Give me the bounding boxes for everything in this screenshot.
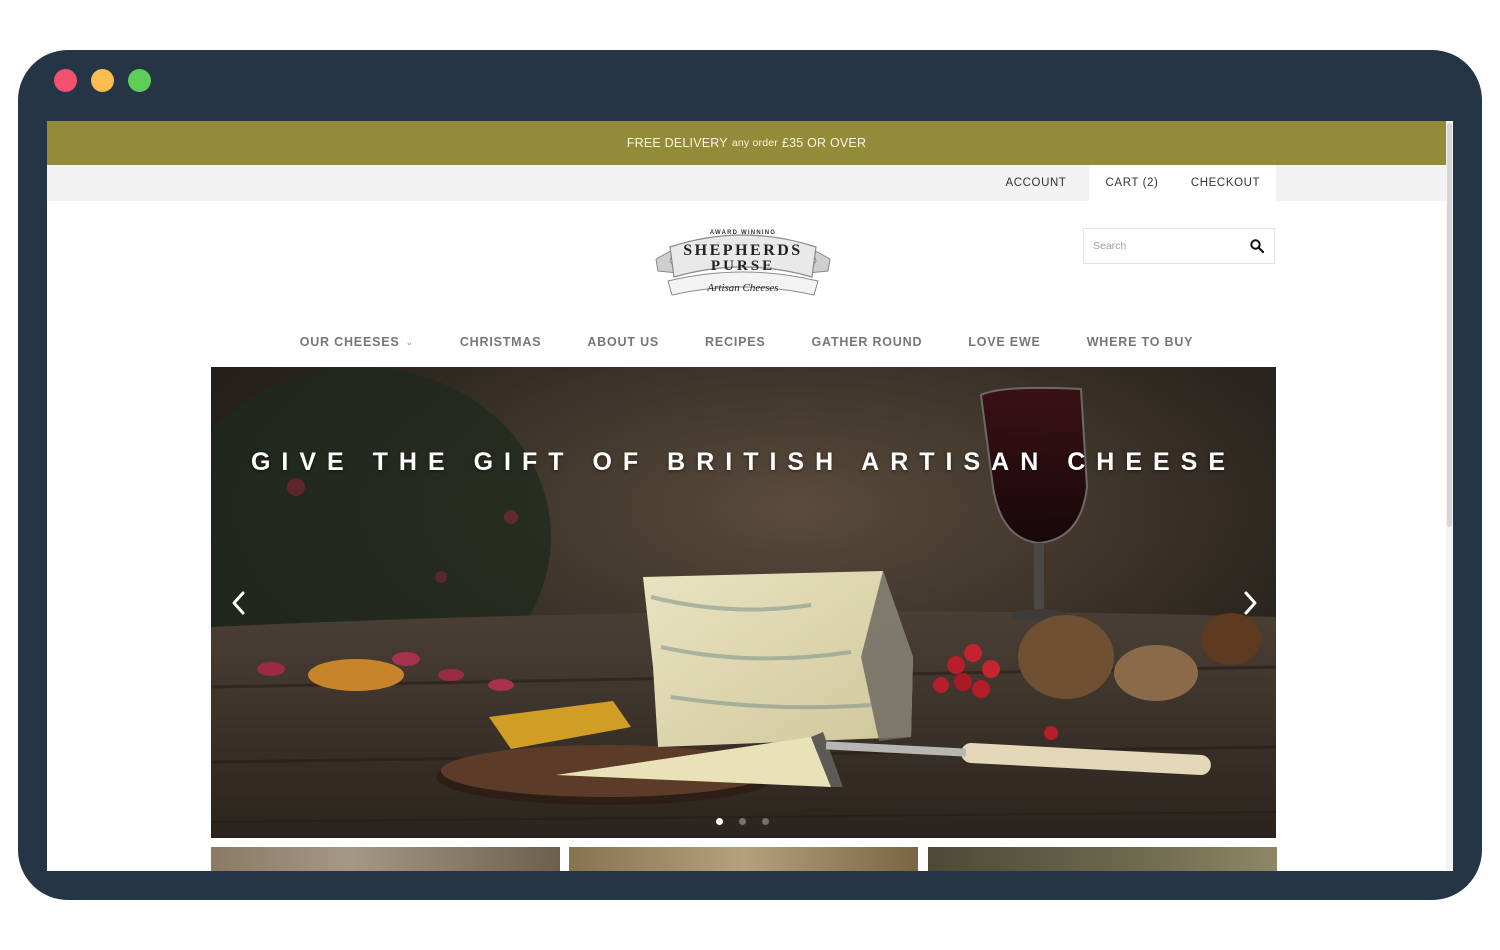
window-maximize-button[interactable] bbox=[128, 69, 151, 92]
checkout-link[interactable]: CHECKOUT bbox=[1175, 165, 1276, 201]
logo-tagline: Artisan Cheeses bbox=[706, 282, 778, 294]
cart-link[interactable]: CART (2) bbox=[1089, 165, 1175, 201]
browser-viewport: FREE DELIVERY any order £35 OR OVER ACCO… bbox=[47, 121, 1453, 871]
window-close-button[interactable] bbox=[54, 69, 77, 92]
logo-name-line1: SHEPHERDS bbox=[683, 242, 802, 259]
nav-where-to-buy[interactable]: WHERE TO BUY bbox=[1087, 335, 1194, 349]
slider-dot-2[interactable] bbox=[739, 818, 746, 825]
slider-dot-3[interactable] bbox=[762, 818, 769, 825]
search-icon[interactable] bbox=[1250, 239, 1264, 253]
nav-love-ewe[interactable]: LOVE EWE bbox=[968, 335, 1040, 349]
promo-text-main: FREE DELIVERY bbox=[626, 136, 728, 150]
account-link[interactable]: ACCOUNT bbox=[993, 165, 1079, 201]
account-bar: ACCOUNT CART (2) CHECKOUT bbox=[47, 165, 1446, 201]
shepherds-purse-logo[interactable]: AWARD WINNING SHEPHERDS PURSE Artisan Ch… bbox=[654, 225, 832, 303]
hero-slider: GIVE THE GIFT OF BRITISH ARTISAN CHEESE bbox=[211, 367, 1276, 838]
promo-text-threshold: £35 OR OVER bbox=[782, 136, 867, 150]
feature-tile-3[interactable] bbox=[928, 847, 1277, 871]
feature-tile-2[interactable] bbox=[569, 847, 918, 871]
nav-our-cheeses-label: OUR CHEESES bbox=[299, 335, 400, 349]
slider-next-button[interactable] bbox=[1238, 587, 1264, 619]
search-input[interactable] bbox=[1084, 229, 1243, 263]
scrollbar-thumb[interactable] bbox=[1447, 123, 1452, 527]
slider-pagination bbox=[716, 818, 785, 825]
nav-christmas[interactable]: CHRISTMAS bbox=[460, 335, 542, 349]
page-scrollbar[interactable] bbox=[1446, 121, 1453, 871]
nav-recipes[interactable]: RECIPES bbox=[705, 335, 765, 349]
hero-image bbox=[211, 367, 1276, 838]
feature-tile-1[interactable] bbox=[211, 847, 560, 871]
chevron-right-icon bbox=[1244, 591, 1257, 615]
chevron-left-icon bbox=[232, 591, 245, 615]
nav-gather-round[interactable]: GATHER ROUND bbox=[812, 335, 923, 349]
nav-about-us[interactable]: ABOUT US bbox=[587, 335, 659, 349]
promo-text-small: any order bbox=[731, 137, 778, 149]
chevron-down-icon: ⌄ bbox=[405, 336, 414, 347]
window-minimize-button[interactable] bbox=[91, 69, 114, 92]
main-navigation: OUR CHEESES ⌄ CHRISTMAS ABOUT US RECIPES… bbox=[47, 329, 1446, 355]
search-box bbox=[1083, 228, 1275, 264]
nav-our-cheeses[interactable]: OUR CHEESES ⌄ bbox=[300, 335, 414, 349]
promo-banner: FREE DELIVERY any order £35 OR OVER bbox=[47, 121, 1446, 165]
hero-title: GIVE THE GIFT OF BRITISH ARTISAN CHEESE bbox=[250, 448, 1237, 476]
slider-dot-1[interactable] bbox=[716, 818, 723, 825]
logo-award-text: AWARD WINNING bbox=[710, 230, 776, 236]
slider-prev-button[interactable] bbox=[225, 587, 251, 619]
logo-name-line2: PURSE bbox=[711, 258, 775, 274]
